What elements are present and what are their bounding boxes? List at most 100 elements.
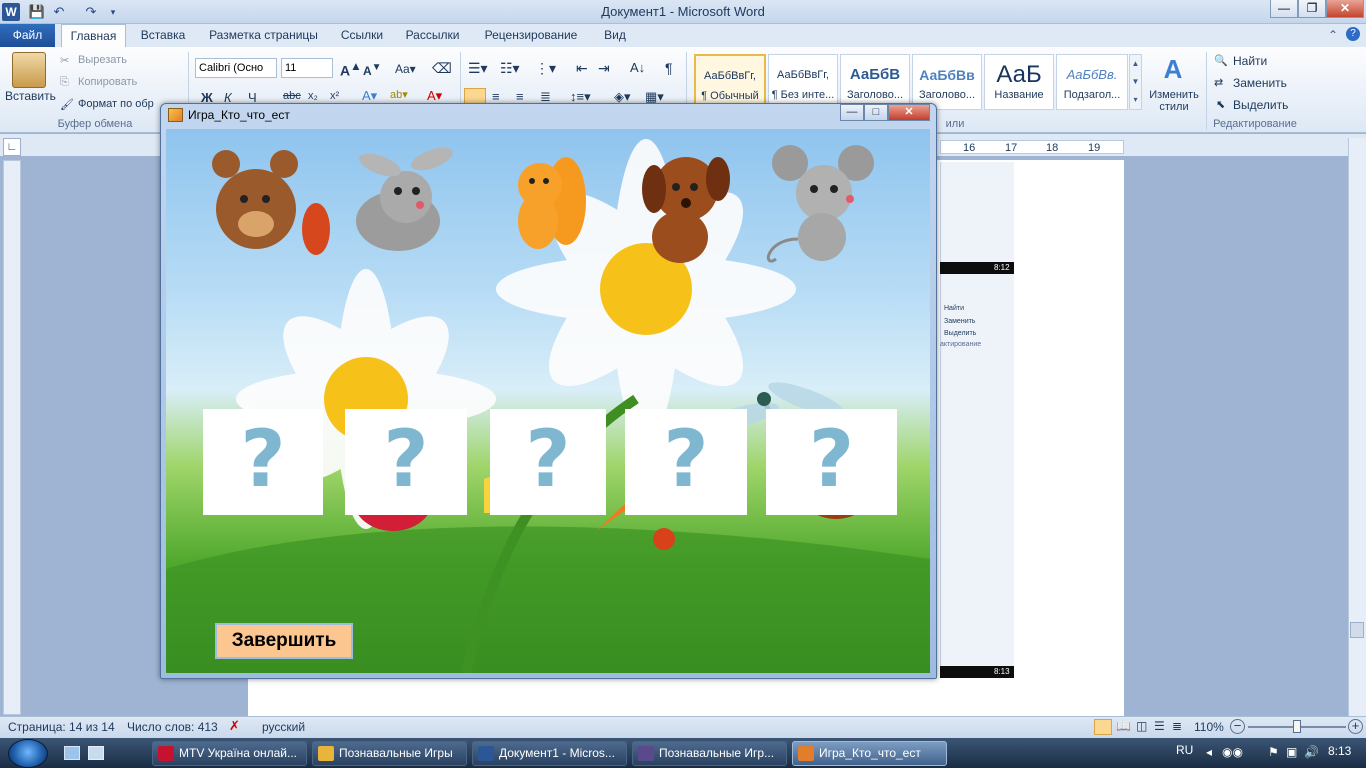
taskbar-item-opera[interactable]: MTV Україна онлай... (152, 741, 307, 766)
zoom-in-icon[interactable]: + (1348, 719, 1363, 734)
replace-button[interactable]: Заменить (1233, 76, 1287, 90)
game-maximize-button[interactable]: □ (864, 104, 888, 121)
tray-flag-icon[interactable]: ⚑ (1268, 745, 1279, 759)
minimize-ribbon-icon[interactable]: ⌃ (1328, 28, 1338, 42)
outline-view-icon[interactable]: ☰ (1154, 719, 1165, 733)
vertical-ruler (3, 160, 21, 715)
question-mark: ? (383, 415, 429, 505)
clear-format-icon[interactable]: ⌫ (432, 60, 452, 77)
change-case-icon[interactable]: Aa▾ (395, 62, 416, 76)
scroll-thumb[interactable] (1350, 622, 1364, 638)
tab-references[interactable]: Ссылки (335, 24, 389, 47)
cut-button[interactable]: Вырезать (78, 54, 127, 66)
style-normal[interactable]: АаБбВвГг, ¶ Обычный (694, 54, 766, 110)
highlight-icon[interactable]: ab▾ (390, 88, 408, 101)
embedded-group-label: актирование (940, 341, 982, 348)
paste-button[interactable]: Вставить (5, 89, 56, 103)
tray-app-icon[interactable]: ◉◉ (1222, 745, 1243, 759)
subscript-icon[interactable]: x₂ (308, 90, 318, 102)
answer-slot[interactable]: ? (203, 409, 323, 515)
answer-slot[interactable]: ? (766, 409, 897, 515)
style-heading-1[interactable]: АаБбВ Заголово... (840, 54, 910, 110)
format-painter-button[interactable]: Формат по обр (78, 98, 154, 110)
answer-slot[interactable]: ? (625, 409, 747, 515)
minimize-button[interactable]: — (1270, 0, 1298, 18)
game-minimize-button[interactable]: — (840, 104, 864, 121)
game-close-button[interactable]: ✕ (888, 104, 930, 121)
sort-icon[interactable]: A↓ (630, 60, 645, 75)
game-window-icon[interactable] (168, 108, 183, 122)
strikethrough-icon[interactable]: abc (283, 90, 301, 102)
input-language[interactable]: RU (1176, 743, 1193, 757)
font-name-combo[interactable]: Calibri (Осно (195, 58, 277, 78)
change-styles-icon[interactable]: A (1158, 54, 1188, 84)
mouse-icon (766, 145, 874, 263)
tab-home[interactable]: Главная (61, 24, 126, 48)
find-button[interactable]: Найти (1233, 54, 1267, 68)
finish-button[interactable]: Завершить (215, 623, 353, 659)
tab-view[interactable]: Вид (596, 24, 634, 47)
tray-network-icon[interactable]: ▣ (1286, 745, 1297, 759)
style-subtitle[interactable]: АаБбВв. Подзагол... (1056, 54, 1128, 110)
tab-selector-icon[interactable]: ∟ (3, 138, 21, 156)
taskbar-item-folder[interactable]: Познавальные Игры (312, 741, 467, 766)
close-button[interactable]: ✕ (1326, 0, 1364, 18)
web-layout-view-icon[interactable]: ◫ (1136, 719, 1147, 733)
multilevel-list-icon[interactable]: ⋮▾ (535, 60, 556, 77)
text-effects-icon[interactable]: A▾ (362, 88, 377, 104)
window-title: Документ1 - Microsoft Word (601, 4, 765, 19)
taskbar-item-games[interactable]: Познавальные Игр... (632, 741, 787, 766)
tray-arrow-icon[interactable]: ◂ (1206, 745, 1212, 759)
tab-review[interactable]: Рецензирование (476, 24, 586, 47)
tray-volume-icon[interactable]: 🔊 (1304, 745, 1319, 759)
proofing-icon[interactable]: ✗ (229, 718, 240, 734)
zoom-slider-thumb[interactable] (1293, 720, 1301, 733)
maximize-button[interactable]: ❐ (1298, 0, 1326, 18)
styles-scroll-icon[interactable]: ▲ ▼ ▾ (1129, 54, 1142, 110)
zoom-level[interactable]: 110% (1194, 720, 1224, 734)
draft-view-icon[interactable]: ≣ (1172, 719, 1182, 733)
style-sample: АаБбВ (849, 66, 901, 83)
tab-file[interactable]: Файл (0, 24, 55, 47)
taskbar-item-game[interactable]: Игра_Кто_что_ест (792, 741, 947, 766)
start-button[interactable] (8, 739, 48, 768)
bullets-icon[interactable]: ☰▾ (468, 60, 488, 77)
decrease-indent-icon[interactable]: ⇤ (576, 60, 588, 77)
answer-slot[interactable]: ? (490, 409, 606, 515)
numbering-icon[interactable]: ☷▾ (500, 60, 520, 77)
increase-indent-icon[interactable]: ⇥ (598, 60, 610, 77)
paste-icon[interactable] (12, 52, 46, 88)
switch-windows-icon[interactable] (88, 746, 104, 760)
tab-mailings[interactable]: Рассылки (399, 24, 466, 47)
clock[interactable]: 8:13 (1328, 744, 1351, 758)
word-count[interactable]: Число слов: 413 (127, 720, 218, 734)
select-icon: ⬉ (1216, 99, 1226, 111)
answer-slot[interactable]: ? (345, 409, 467, 515)
copy-button[interactable]: Копировать (78, 76, 137, 88)
help-icon[interactable]: ? (1346, 27, 1360, 41)
show-desktop-icon[interactable] (64, 746, 80, 760)
align-right-icon[interactable]: ≡ (516, 89, 524, 104)
align-center-icon[interactable]: ≡ (492, 89, 500, 104)
zoom-out-icon[interactable]: − (1230, 719, 1245, 734)
page-count[interactable]: Страница: 14 из 14 (8, 720, 115, 734)
superscript-icon[interactable]: x² (330, 90, 339, 102)
select-button[interactable]: Выделить (1233, 98, 1288, 112)
show-marks-icon[interactable]: ¶ (665, 60, 673, 76)
tab-page-layout[interactable]: Разметка страницы (200, 24, 327, 47)
reading-view-icon[interactable]: 📖 (1116, 719, 1131, 733)
tab-insert[interactable]: Вставка (134, 24, 192, 47)
style-no-spacing[interactable]: АаБбВвГг, ¶ Без инте... (768, 54, 838, 110)
style-name: ¶ Обычный (701, 90, 759, 102)
print-layout-view-icon[interactable] (1094, 719, 1112, 735)
change-styles-button[interactable]: Изменить стили (1146, 89, 1202, 113)
style-title[interactable]: АаБ Название (984, 54, 1054, 110)
grow-font-icon[interactable]: A▲ (340, 60, 362, 79)
style-heading-2[interactable]: АаБбВв Заголово... (912, 54, 982, 110)
shrink-font-icon[interactable]: A▼ (363, 62, 382, 78)
font-color-icon[interactable]: A▾ (427, 88, 442, 104)
taskbar-item-word[interactable]: Документ1 - Micros... (472, 741, 627, 766)
language-status[interactable]: русский (262, 720, 305, 734)
font-size-combo[interactable]: 11 (281, 58, 333, 78)
style-name: Заголово... (846, 89, 904, 101)
